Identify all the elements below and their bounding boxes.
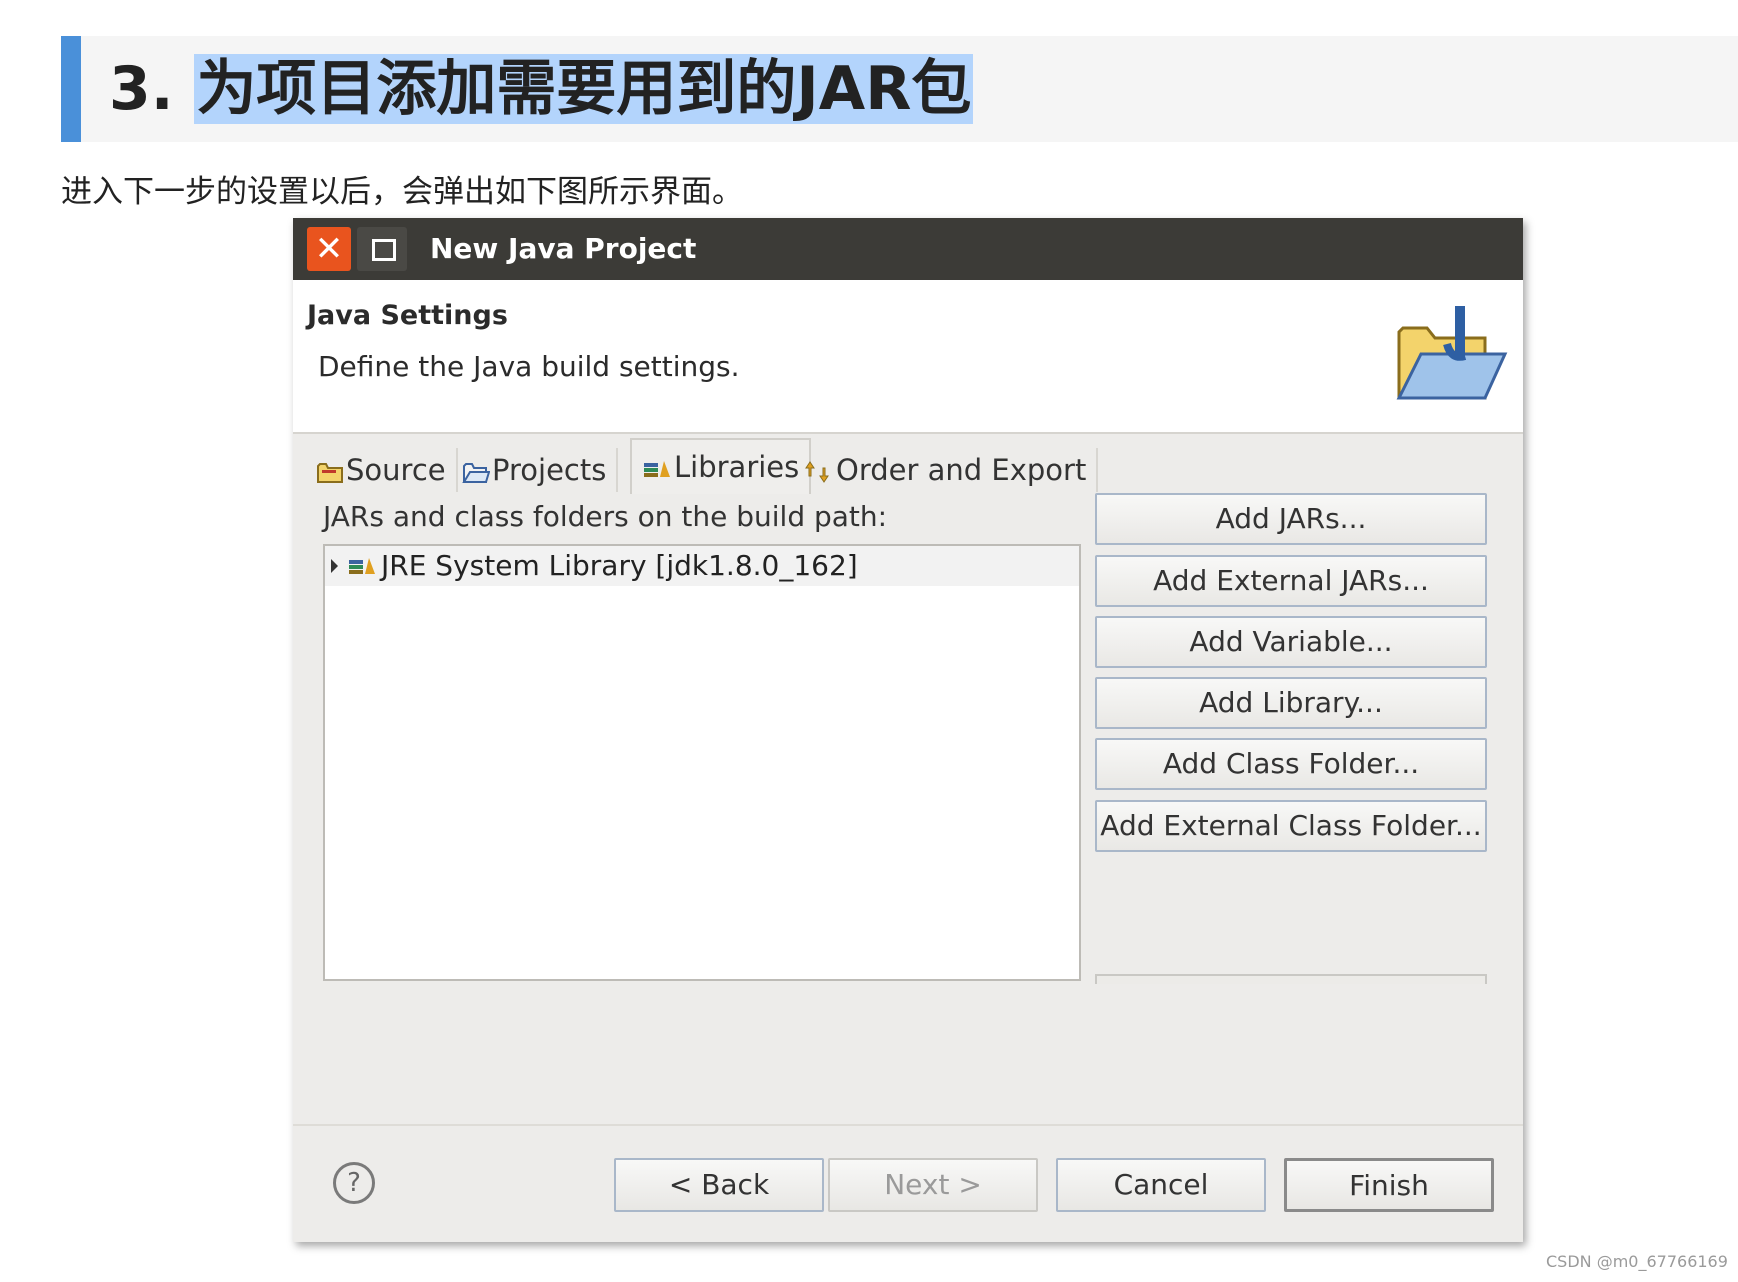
library-icon — [349, 558, 375, 574]
add-class-folder-button[interactable]: Add Class Folder... — [1095, 738, 1487, 790]
tab-order-and-export-label: Order and Export — [836, 453, 1087, 487]
buildpath-label: JARs and class folders on the build path… — [323, 500, 888, 533]
new-java-project-dialog: ✕ New Java Project Java Settings Define … — [293, 218, 1523, 1242]
tab-order-and-export[interactable]: Order and Export — [804, 448, 1099, 492]
expand-arrow-icon[interactable] — [331, 559, 338, 573]
add-variable-button[interactable]: Add Variable... — [1095, 616, 1487, 668]
next-button[interactable]: Next > — [828, 1158, 1038, 1212]
help-button[interactable]: ? — [333, 1162, 375, 1204]
tab-projects[interactable]: Projects — [462, 448, 619, 492]
help-icon: ? — [347, 1168, 361, 1198]
finish-button[interactable]: Finish — [1284, 1158, 1494, 1212]
watermark: CSDN @m0_67766169 — [1546, 1252, 1728, 1271]
tab-source[interactable]: Source — [316, 448, 458, 492]
order-export-icon — [805, 461, 829, 483]
dialog-title: New Java Project — [430, 232, 697, 265]
maximize-icon — [372, 239, 396, 261]
add-jars-button[interactable]: Add JARs... — [1095, 493, 1487, 545]
intro-paragraph: 进入下一步的设置以后，会弹出如下图所示界面。 — [61, 174, 743, 210]
banner-title: Java Settings — [307, 300, 508, 331]
close-icon: ✕ — [314, 229, 344, 269]
add-external-class-folder-button[interactable]: Add External Class Folder... — [1095, 800, 1487, 852]
tab-source-label: Source — [346, 453, 446, 487]
maximize-window-button[interactable] — [357, 227, 407, 271]
add-library-button[interactable]: Add Library... — [1095, 677, 1487, 729]
heading-title-selected: 为项目添加需要用到的JAR包 — [194, 54, 974, 124]
heading-number: 3. — [109, 54, 174, 124]
list-item-jre-system-library[interactable]: JRE System Library [jdk1.8.0_162] — [325, 546, 1079, 586]
heading-text: 3. 为项目添加需要用到的JAR包 — [109, 50, 974, 128]
tab-projects-label: Projects — [492, 453, 607, 487]
list-item-label: JRE System Library [jdk1.8.0_162] — [381, 549, 858, 582]
libraries-icon — [644, 461, 670, 477]
banner-description: Define the Java build settings. — [318, 350, 740, 383]
dialog-titlebar: ✕ New Java Project — [293, 218, 1523, 280]
back-button[interactable]: < Back — [614, 1158, 824, 1212]
close-window-button[interactable]: ✕ — [307, 227, 351, 271]
wizard-banner: Java Settings Define the Java build sett… — [293, 280, 1523, 434]
section-heading: 3. 为项目添加需要用到的JAR包 — [61, 36, 1738, 142]
java-project-folder-icon — [1396, 306, 1508, 400]
tab-libraries-label: Libraries — [674, 450, 800, 484]
cancel-button[interactable]: Cancel — [1056, 1158, 1266, 1212]
button-bar-separator — [293, 1124, 1523, 1126]
tab-libraries[interactable]: Libraries — [630, 438, 812, 494]
build-path-library-list[interactable]: JRE System Library [jdk1.8.0_162] — [323, 544, 1081, 981]
projects-folder-icon — [462, 463, 490, 483]
hidden-button-edge — [1095, 974, 1487, 984]
source-folder-icon — [317, 463, 343, 483]
add-external-jars-button[interactable]: Add External JARs... — [1095, 555, 1487, 607]
